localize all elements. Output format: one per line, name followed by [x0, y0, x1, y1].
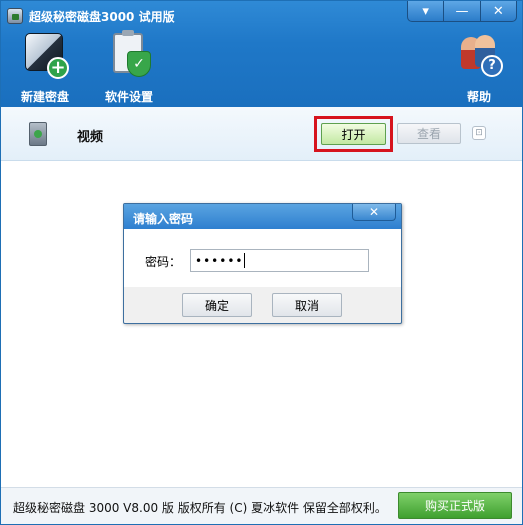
buy-full-version-button[interactable]: 购买正式版	[398, 492, 512, 519]
view-button[interactable]: 查看	[397, 123, 461, 144]
copyright-text: 超级秘密磁盘 3000 V8.00 版 版权所有 (C) 夏冰软件 保留全部权利…	[13, 501, 387, 515]
new-disk-icon: +	[21, 31, 69, 79]
close-button[interactable]: ✕	[481, 1, 516, 21]
help-button[interactable]: ? 帮助	[444, 31, 514, 104]
window-controls: ▾ — ✕	[407, 1, 517, 22]
settings-label: 软件设置	[104, 90, 153, 104]
settings-clipboard-icon: ✓	[105, 30, 153, 79]
text-caret	[244, 253, 246, 268]
dialog-titlebar: 请输入密码 ✕	[124, 204, 401, 229]
disk-icon	[29, 122, 47, 146]
cancel-button[interactable]: 取消	[272, 293, 342, 317]
highlight-frame: 打开	[314, 116, 393, 152]
help-label: 帮助	[466, 90, 491, 104]
password-input[interactable]: ••••••	[190, 249, 369, 272]
password-mask: ••••••	[195, 253, 244, 268]
status-bar: 超级秘密磁盘 3000 V8.00 版 版权所有 (C) 夏冰软件 保留全部权利…	[1, 487, 522, 524]
minimize-button[interactable]: —	[444, 1, 481, 21]
open-button[interactable]: 打开	[321, 123, 386, 145]
password-label: 密码：	[145, 255, 182, 269]
help-people-icon: ?	[455, 31, 503, 79]
dialog-body: 密码： ••••••	[124, 229, 401, 287]
ok-button[interactable]: 确定	[182, 293, 252, 317]
dialog-close-button[interactable]: ✕	[352, 204, 396, 221]
new-disk-label: 新建密盘	[20, 90, 69, 104]
disk-row[interactable]: 视频 打开 查看 ⊡	[1, 107, 522, 161]
menu-dropdown-button[interactable]: ▾	[408, 1, 445, 21]
dialog-title: 请输入密码	[133, 212, 194, 226]
disk-options-icon[interactable]: ⊡	[472, 126, 486, 140]
new-disk-button[interactable]: + 新建密盘	[10, 31, 80, 104]
password-dialog: 请输入密码 ✕ 密码： •••••• 确定 取消	[123, 203, 402, 324]
app-icon	[7, 8, 23, 24]
settings-button[interactable]: ✓ 软件设置	[94, 30, 164, 104]
header: 超级秘密磁盘3000 试用版 ▾ — ✕ + 新建密盘 ✓ 软件设置 ? 帮助	[1, 1, 522, 107]
disk-name: 视频	[77, 130, 104, 145]
app-window: 超级秘密磁盘3000 试用版 ▾ — ✕ + 新建密盘 ✓ 软件设置 ? 帮助 …	[0, 0, 523, 525]
window-title: 超级秘密磁盘3000 试用版	[29, 10, 175, 24]
